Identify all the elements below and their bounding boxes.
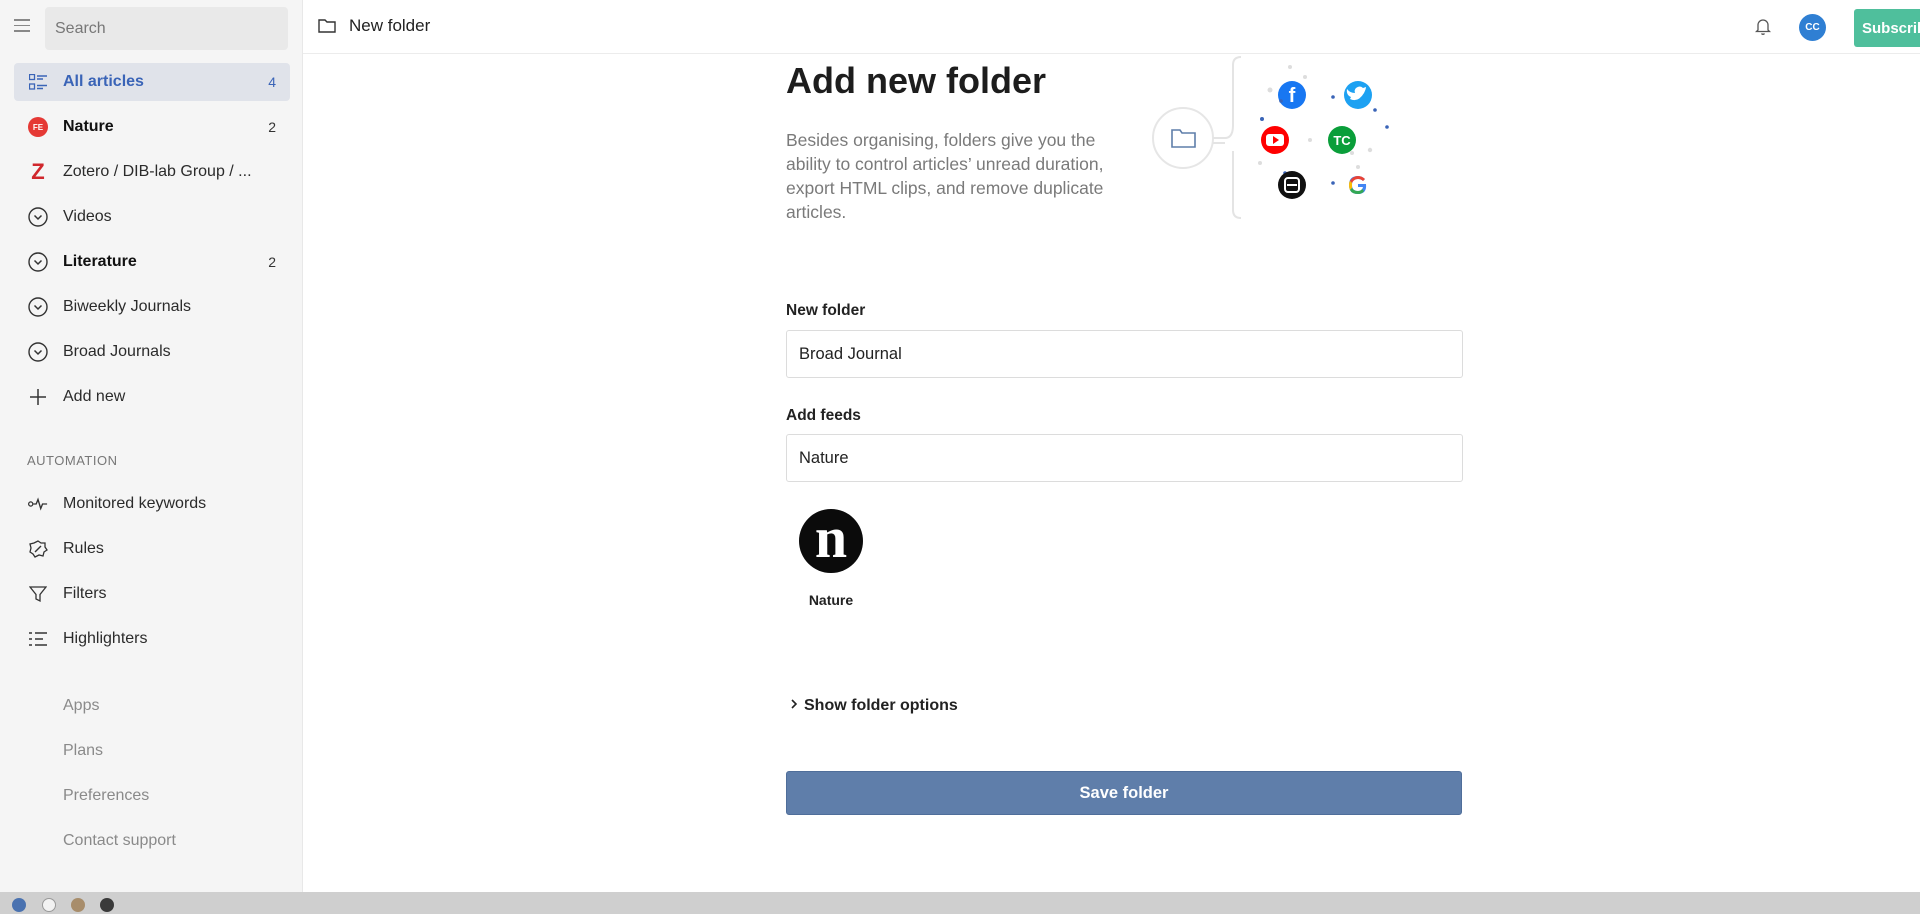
sidebar-item-label: Filters <box>63 585 107 602</box>
sidebar-item-label: Biweekly Journals <box>63 298 192 315</box>
sidebar-item-label: Monitored keywords <box>63 495 207 512</box>
highlighter-icon <box>28 629 48 649</box>
sidebar-item-videos[interactable]: Videos <box>14 198 290 236</box>
page-title: Add new folder <box>786 60 1046 101</box>
color-dot[interactable] <box>71 898 85 912</box>
zotero-letter: Z <box>31 159 45 184</box>
selected-feed-name: Nature <box>808 592 854 608</box>
sidebar-item-label: Add new <box>63 388 126 405</box>
pulse-icon <box>28 494 48 514</box>
sidebar-item-zotero[interactable]: Z Zotero / DIB-lab Group / ... <box>14 153 290 191</box>
automation-heading: AUTOMATION <box>27 453 118 468</box>
nature-feed-logo[interactable]: n <box>799 509 863 573</box>
subscribe-button[interactable]: Subscribe <box>1854 9 1920 47</box>
plus-icon <box>28 387 48 407</box>
unread-count: 2 <box>268 254 276 270</box>
feed-badge-text: FE <box>28 117 48 137</box>
sidebar-item-label: Literature <box>63 253 137 270</box>
chevron-circle-icon <box>28 297 48 317</box>
sidebar-item-rules[interactable]: Rules <box>14 530 290 568</box>
unread-count: 2 <box>268 119 276 135</box>
page-description: Besides organising, folders give you the… <box>786 130 1104 222</box>
show-folder-options-toggle[interactable]: Show folder options <box>790 697 958 715</box>
chevron-circle-icon <box>28 252 48 272</box>
new-folder-label: New folder <box>786 302 866 319</box>
unread-count: 4 <box>268 74 276 90</box>
list-icon <box>28 72 48 92</box>
sidebar-item-label: Rules <box>63 540 104 557</box>
svg-text:TC: TC <box>1333 133 1351 148</box>
plans-link[interactable]: Plans <box>63 742 103 760</box>
folder-name-input[interactable] <box>786 330 1463 378</box>
sidebar-item-literature[interactable]: Literature 2 <box>14 243 290 281</box>
chevron-circle-icon <box>28 342 48 362</box>
sidebar-item-label: Nature <box>63 118 114 135</box>
contact-support-link[interactable]: Contact support <box>63 832 176 850</box>
hamburger-menu-icon[interactable] <box>14 19 30 33</box>
filter-icon <box>28 584 48 604</box>
preferences-link[interactable]: Preferences <box>63 787 149 805</box>
color-dot[interactable] <box>12 898 26 912</box>
page-header-title: New folder <box>349 16 431 35</box>
sidebar-item-filters[interactable]: Filters <box>14 575 290 613</box>
sidebar-item-nature[interactable]: FE Nature 2 <box>14 108 290 146</box>
apps-link[interactable]: Apps <box>63 697 99 715</box>
folder-icon <box>318 18 336 39</box>
sidebar: All articles 4 FE Nature 2 Z Zotero / DI… <box>0 0 303 892</box>
chevron-right-icon <box>790 697 798 715</box>
avatar[interactable]: CC <box>1799 14 1826 41</box>
sidebar-item-monitored-keywords[interactable]: Monitored keywords <box>14 485 290 523</box>
top-bar: New folder CC Subscribe <box>303 0 1920 54</box>
rules-icon <box>28 539 48 559</box>
sidebar-item-label: Highlighters <box>63 630 148 647</box>
sidebar-item-biweekly-journals[interactable]: Biweekly Journals <box>14 288 290 326</box>
sidebar-item-add-new[interactable]: Add new <box>14 378 290 416</box>
chevron-circle-icon <box>28 207 48 227</box>
zotero-icon: Z <box>28 159 48 184</box>
nature-logo-letter: n <box>814 505 848 570</box>
sidebar-item-label: Broad Journals <box>63 343 171 360</box>
sidebar-item-broad-journals[interactable]: Broad Journals <box>14 333 290 371</box>
bottom-strip <box>0 892 1920 914</box>
svg-text:f: f <box>1289 85 1296 107</box>
show-folder-options-label: Show folder options <box>804 697 958 714</box>
feed-badge-icon: FE <box>28 117 48 137</box>
sidebar-item-label: All articles <box>63 73 144 90</box>
folder-illustration: f TC <box>1152 56 1389 219</box>
bell-icon[interactable] <box>1754 18 1772 41</box>
save-folder-button[interactable]: Save folder <box>786 771 1462 815</box>
add-feeds-input[interactable] <box>786 434 1463 482</box>
sidebar-item-label: Zotero / DIB-lab Group / ... <box>63 163 252 180</box>
add-feeds-label: Add feeds <box>786 407 861 424</box>
sidebar-item-highlighters[interactable]: Highlighters <box>14 620 290 658</box>
color-dot[interactable] <box>100 898 114 912</box>
sidebar-item-all-articles[interactable]: All articles 4 <box>14 63 290 101</box>
sidebar-item-label: Videos <box>63 208 112 225</box>
search-input[interactable] <box>45 7 288 50</box>
color-dot[interactable] <box>42 898 56 912</box>
